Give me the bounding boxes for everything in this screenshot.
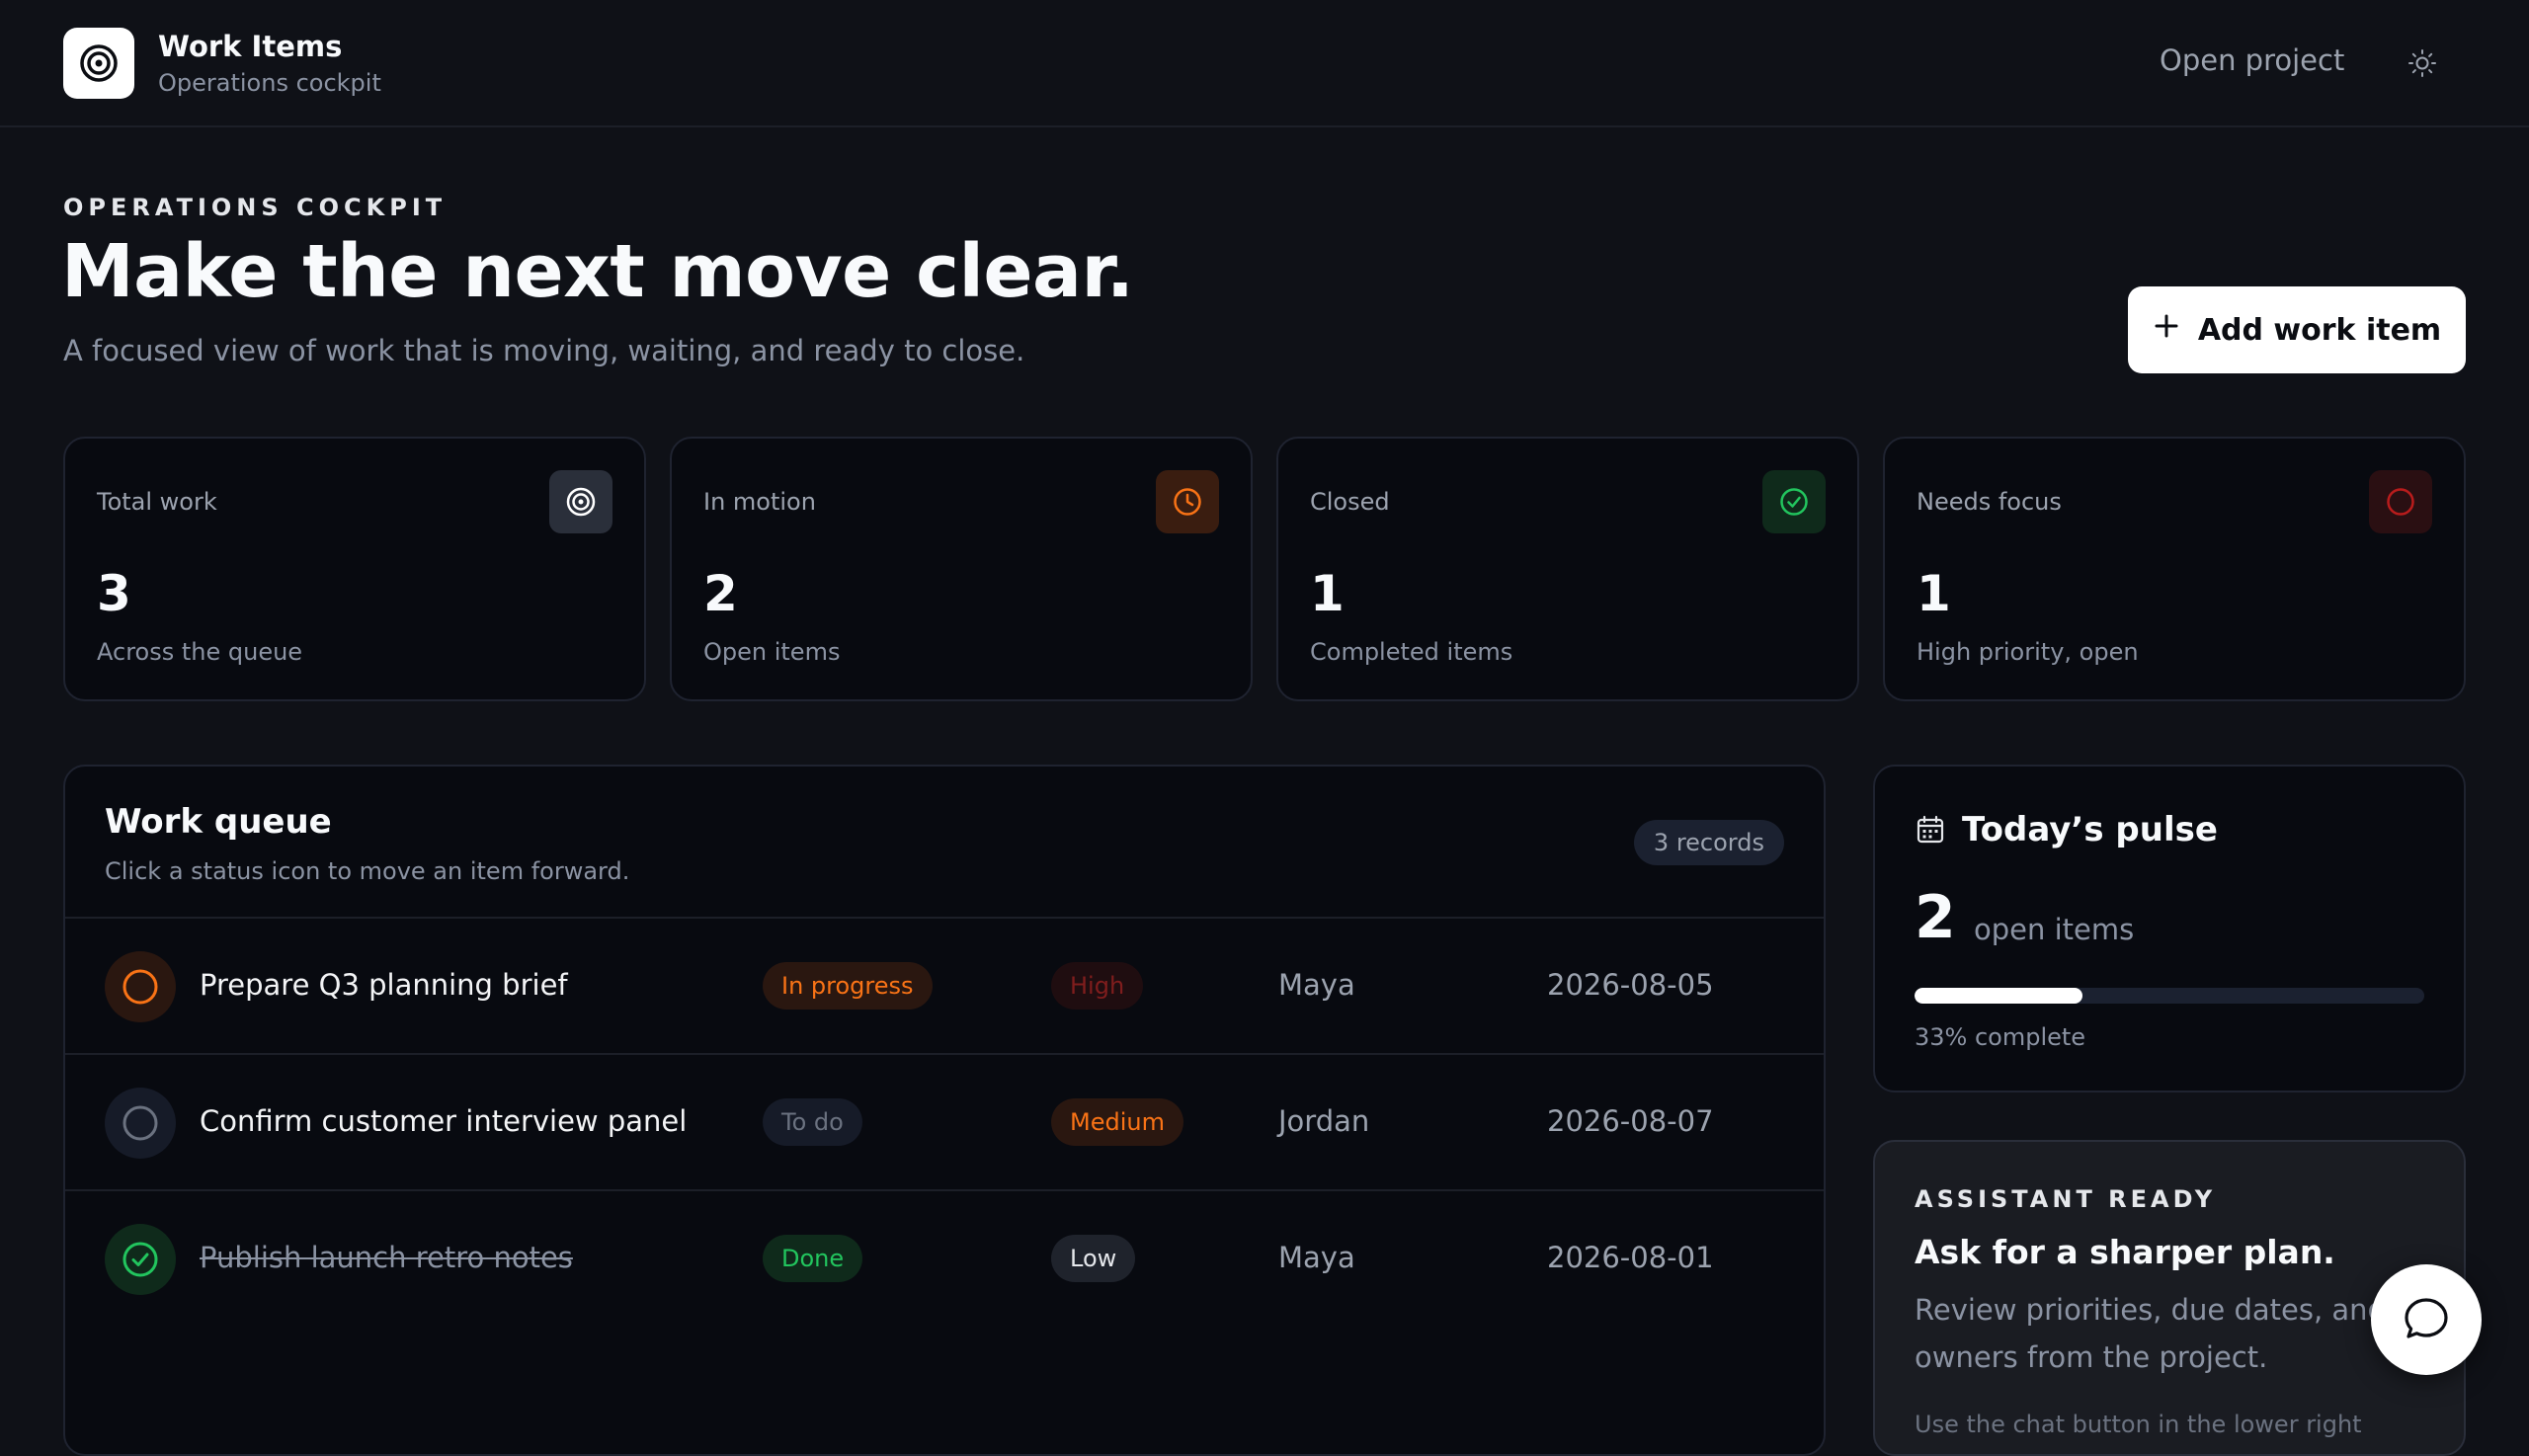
work-item-title: Publish launch retro notes [200,1241,573,1274]
chat-button[interactable] [2371,1264,2482,1375]
records-count-badge: 3 records [1633,820,1784,865]
stat-label: Total work [97,488,217,516]
stat-note: High priority, open [1917,638,2139,666]
plus-icon [2153,312,2180,348]
status-badge: To do [763,1098,862,1146]
check-circle-icon [1762,470,1826,533]
status-badge: Done [763,1235,863,1282]
stat-label: Needs focus [1917,488,2062,516]
stat-note: Completed items [1310,638,1513,666]
stat-value: 3 [97,565,131,622]
assistant-title: Ask for a sharper plan. [1915,1233,2335,1271]
table-row: Confirm customer interview panel To do M… [65,1055,1824,1191]
stat-label: Closed [1310,488,1390,516]
target-icon [549,470,612,533]
assistant-body: Review priorities, due dates, and owners… [1915,1293,2386,1374]
owner-name: Jordan [1278,1104,1370,1138]
table-row: Prepare Q3 planning brief In progress Hi… [65,919,1824,1055]
stat-card-total-work: Total work 3 Across the queue [63,437,646,701]
work-queue-subtitle: Click a status icon to move an item forw… [105,857,630,885]
clock-icon [1156,470,1219,533]
add-work-item-button[interactable]: Add work item [2128,286,2466,373]
top-bar: Work Items Operations cockpit Open proje… [0,0,2529,127]
completion-progress-bar [1915,988,2424,1004]
stat-value: 2 [703,565,738,622]
owner-name: Maya [1278,1241,1355,1274]
circle-icon [2369,470,2432,533]
work-queue-header: Work queue Click a status icon to move a… [65,767,1824,919]
page-subtitle: A focused view of work that is moving, w… [63,334,1025,367]
table-row: Publish launch retro notes Done Low Maya… [65,1191,1824,1328]
work-item-title: Confirm customer interview panel [200,1104,688,1138]
due-date: 2026-08-05 [1547,968,1714,1002]
status-done-icon[interactable] [105,1224,176,1295]
work-queue-title: Work queue [105,802,332,842]
stat-card-in-motion: In motion 2 Open items [670,437,1253,701]
open-items-label: open items [1974,913,2135,946]
work-item-title: Prepare Q3 planning brief [200,968,568,1002]
stat-card-closed: Closed 1 Completed items [1276,437,1859,701]
owner-name: Maya [1278,968,1355,1002]
priority-badge: Low [1051,1235,1136,1282]
stat-label: In motion [703,488,816,516]
priority-badge: High [1051,962,1144,1010]
assistant-eyebrow: ASSISTANT READY [1915,1185,2217,1213]
priority-badge: Medium [1051,1098,1183,1146]
due-date: 2026-08-01 [1547,1241,1714,1274]
open-items-count: 2 [1915,883,1956,952]
stat-note: Across the queue [97,638,303,666]
status-todo-icon[interactable] [105,1088,176,1159]
todays-pulse-card: Today’s pulse 2 open items 33% complete [1873,765,2466,1092]
page-eyebrow: OPERATIONS COCKPIT [63,194,448,221]
open-project-link[interactable]: Open project [2160,43,2344,77]
app-subtitle: Operations cockpit [158,69,381,97]
chat-bubble-icon [2405,1298,2448,1338]
stat-value: 1 [1310,565,1345,622]
page-title: Make the next move clear. [61,229,1134,314]
target-icon [63,28,134,99]
progress-label: 33% complete [1915,1023,2086,1051]
pulse-title: Today’s pulse [1962,810,2218,849]
due-date: 2026-08-07 [1547,1104,1714,1138]
status-badge: In progress [763,962,933,1010]
app-title: Work Items [158,30,343,63]
work-queue-panel: Work queue Click a status icon to move a… [63,765,1826,1456]
stat-card-needs-focus: Needs focus 1 High priority, open [1883,437,2466,701]
status-in-progress-icon[interactable] [105,951,176,1022]
sun-icon[interactable] [2403,43,2442,83]
assistant-hint: Use the chat button in the lower right [1915,1411,2362,1438]
add-work-item-label: Add work item [2197,312,2442,348]
progress-fill [1915,988,2083,1004]
stat-note: Open items [703,638,841,666]
calendar-icon [1915,814,1946,849]
stat-value: 1 [1917,565,1951,622]
